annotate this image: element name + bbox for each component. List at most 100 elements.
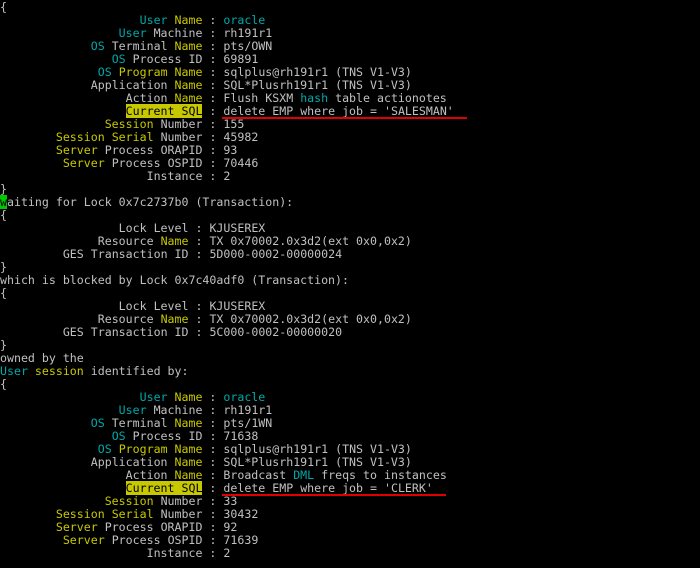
field-label: Lock Level [118, 299, 189, 313]
field-value: 5D000-0002-00000024 [209, 247, 343, 261]
colon-separator: : [202, 26, 224, 40]
colon-separator: : [202, 117, 224, 131]
session2-field-instance: Instance : 2 [0, 546, 231, 560]
identified-by-line: User session identified by: [0, 365, 188, 378]
colon-separator: : [202, 156, 224, 170]
field-value: delete EMP where job = 'SALESMAN' [223, 104, 454, 118]
terminal-window[interactable]: { User Name : oracle User Machine : rh19… [0, 0, 700, 568]
field-label: User Machine [118, 26, 203, 40]
field-value: 45982 [223, 130, 259, 144]
open-brace: { [0, 377, 7, 391]
colon-separator: : [202, 507, 224, 521]
colon-separator: : [188, 247, 210, 261]
colon-separator: : [202, 546, 224, 560]
field-label-highlighted: Current SQL [125, 481, 203, 495]
field-value: oracle [223, 13, 266, 27]
identified-text: identified by: [83, 364, 189, 378]
field-label: Server Process OSPID [62, 156, 203, 170]
field-label: Action Name [125, 91, 203, 105]
field-label: User Name [139, 390, 203, 404]
field-label: Session Serial Number [55, 507, 203, 521]
field-label: Server Process ORAPID [55, 143, 203, 157]
field-value: Broadcast DML freqs to instances [223, 468, 447, 482]
field-label: Server Process OSPID [62, 533, 203, 547]
field-label: User Name [139, 13, 203, 27]
field-value: 5C000-0002-00000020 [209, 325, 343, 339]
field-value: pts/1WN [223, 416, 273, 430]
blocked-text: which is blocked by Lock 0x7c40adf0 (Tra… [0, 273, 350, 287]
close-brace: } [0, 260, 7, 274]
identified-word-user: User [0, 364, 28, 378]
lock2-field-ges-transaction-id: GES Transaction ID : 5C000-0002-00000020 [0, 326, 342, 339]
colon-separator: : [202, 494, 224, 508]
owned-text: owned by the [0, 351, 84, 365]
field-value: 93 [223, 143, 238, 157]
colon-separator: : [188, 325, 210, 339]
colon-separator: : [202, 52, 224, 66]
field-value: KJUSEREX [209, 299, 266, 313]
field-label: Application Name [90, 78, 203, 92]
field-value: 71639 [223, 533, 259, 547]
field-value: Flush KSXM hash table actionotes [223, 91, 447, 105]
cursor-highlight: w [0, 195, 7, 209]
field-value: sqlplus@rh191r1 (TNS V1-V3) [223, 65, 412, 79]
colon-separator: : [202, 533, 224, 547]
lock1-field-ges-transaction-id: GES Transaction ID : 5D000-0002-00000024 [0, 248, 342, 261]
colon-separator: : [202, 442, 224, 456]
field-value: 2 [223, 169, 231, 183]
field-value: pts/OWN [223, 39, 273, 53]
colon-separator: : [202, 390, 224, 404]
colon-separator: : [202, 143, 224, 157]
waiting-text: aiting for Lock 0x7c2737b0 (Transaction)… [6, 195, 294, 209]
field-label: OS Terminal Name [90, 416, 203, 430]
field-value: 30432 [223, 507, 259, 521]
colon-separator: : [202, 130, 224, 144]
field-value: 70446 [223, 156, 259, 170]
open-brace: { [0, 0, 7, 14]
colon-separator: : [202, 39, 224, 53]
field-value: SQL*Plusrh191r1 (TNS V1-V3) [223, 78, 412, 92]
colon-separator: : [202, 481, 224, 495]
field-label: OS Terminal Name [90, 39, 203, 53]
field-value: sqlplus@rh191r1 (TNS V1-V3) [223, 442, 412, 456]
open-brace: { [0, 286, 7, 300]
waiting-for-lock-line: waiting for Lock 0x7c2737b0 (Transaction… [0, 195, 294, 209]
field-label-highlighted: Current SQL [125, 104, 203, 118]
colon-separator: : [188, 221, 210, 235]
colon-separator: : [202, 13, 224, 27]
field-label: Server Process ORAPID [55, 520, 203, 534]
field-value: delete EMP where job = 'CLERK' [223, 481, 433, 495]
colon-separator: : [202, 169, 224, 183]
field-label: Instance [146, 546, 203, 560]
field-value: 71638 [223, 429, 259, 443]
red-underline-salesman [222, 117, 467, 119]
colon-separator: : [188, 312, 210, 326]
field-label: OS Process ID [111, 429, 203, 443]
colon-separator: : [202, 455, 224, 469]
colon-separator: : [202, 78, 224, 92]
field-label: Session Serial Number [55, 130, 203, 144]
field-value: 33 [223, 494, 238, 508]
colon-separator: : [188, 234, 210, 248]
field-value: rh191r1 [223, 403, 273, 417]
colon-separator: : [202, 104, 224, 118]
field-value: TX 0x70002.0x3d2(ext 0x0,0x2) [209, 312, 412, 326]
field-label: OS Program Name [97, 65, 203, 79]
colon-separator: : [202, 468, 224, 482]
field-value: oracle [223, 390, 266, 404]
colon-separator: : [202, 65, 224, 79]
field-label: Resource Name [97, 234, 189, 248]
field-label: Lock Level [118, 221, 189, 235]
field-value: 155 [223, 117, 245, 131]
blocked-by-line: which is blocked by Lock 0x7c40adf0 (Tra… [0, 274, 349, 287]
field-label: User Machine [118, 403, 203, 417]
field-value: rh191r1 [223, 26, 273, 40]
close-brace: } [0, 338, 7, 352]
field-value: SQL*Plusrh191r1 (TNS V1-V3) [223, 455, 412, 469]
colon-separator: : [202, 403, 224, 417]
red-underline-clerk [222, 494, 446, 496]
colon-separator: : [188, 299, 210, 313]
field-label: Resource Name [97, 312, 189, 326]
field-label: OS Program Name [97, 442, 203, 456]
